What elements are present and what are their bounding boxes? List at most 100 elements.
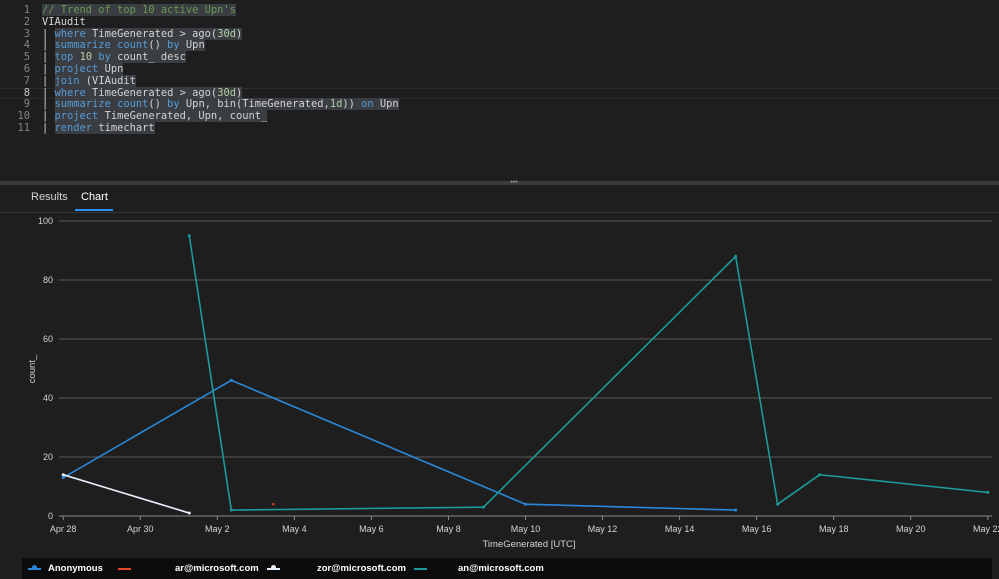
legend-dot (271, 565, 276, 570)
line-number: 6 (23, 63, 30, 75)
y-tick-label: 40 (43, 393, 53, 403)
y-tick-label: 80 (43, 275, 53, 285)
code-token: Upn (179, 39, 205, 52)
legend-dot (32, 565, 37, 570)
x-tick-label: May 20 (896, 524, 926, 534)
code-token: | (42, 86, 55, 99)
code-line[interactable]: 2 VIAudit (0, 15, 999, 29)
data-point (818, 473, 822, 477)
code-token: () (148, 98, 168, 111)
x-tick-label: May 10 (511, 524, 541, 534)
code-text: | join (VIAudit (42, 74, 136, 88)
code-token: summarize (54, 39, 111, 52)
tab-selected-indicator (75, 209, 113, 211)
code-token: Upn (98, 63, 124, 75)
line-number: 2 (23, 15, 30, 28)
code-line[interactable]: 7 | join (VIAudit (0, 74, 999, 88)
query-editor[interactable]: 1 // Trend of top 10 active Upn's 2 VIAudit… (0, 0, 999, 181)
x-tick-label: May 18 (819, 524, 849, 534)
legend-swatch (414, 568, 427, 570)
x-tick-label: Apr 30 (127, 524, 154, 534)
x-tick-label: May 8 (436, 524, 461, 534)
code-token: join (54, 74, 80, 87)
code-token: 30d (217, 86, 236, 99)
x-axis-title: TimeGenerated [UTC] (482, 539, 575, 550)
data-point (187, 511, 191, 515)
code-token (73, 51, 80, 64)
code-token: | (42, 110, 55, 123)
code-token: TimeGenerated > (85, 86, 193, 99)
y-tick-label: 100 (38, 216, 53, 226)
data-point (776, 502, 780, 506)
legend-item-anonymous[interactable]: Anonymous (28, 558, 118, 579)
code-token: count (117, 98, 149, 111)
line-number: 7 (23, 74, 30, 87)
code-token: ) (235, 86, 243, 99)
x-tick-label: May 2 (205, 524, 230, 534)
code-token: where (54, 86, 86, 99)
y-tick-label: 20 (43, 452, 53, 462)
code-token: | (42, 74, 55, 87)
x-tick-label: May 22 (973, 524, 999, 534)
code-line[interactable]: 11 | render timechart (0, 122, 999, 135)
legend-item-zor[interactable]: zor@microsoft.com (267, 558, 417, 579)
line-number: 11 (17, 122, 30, 134)
tab-chart[interactable]: Chart (81, 191, 108, 203)
code-token: | (42, 122, 55, 134)
y-tick-label: 0 (48, 511, 53, 521)
data-point (229, 508, 233, 512)
code-token: summarize (54, 98, 111, 111)
x-tick-label: Apr 28 (50, 524, 77, 534)
code-token: render (54, 122, 93, 134)
chart-legend: Anonymous ar@microsoft.com zor@microsoft… (22, 558, 992, 579)
code-token: count (117, 39, 149, 52)
data-point (986, 490, 990, 494)
code-token: by (167, 98, 180, 111)
x-tick-label: May 16 (742, 524, 772, 534)
code-line[interactable]: 6 | project Upn (0, 63, 999, 76)
code-token: | (42, 51, 55, 64)
series-line (188, 235, 988, 511)
code-token: )) (342, 98, 362, 111)
code-token: // Trend of top 10 active Upn's (42, 4, 236, 16)
tab-results[interactable]: Results (31, 191, 68, 203)
legend-item-an[interactable]: an@microsoft.com (414, 558, 564, 579)
code-token: top (54, 51, 74, 64)
code-token: ago( (192, 27, 218, 40)
data-point (61, 476, 65, 480)
code-token: 10 (79, 51, 93, 64)
code-token: | (42, 27, 55, 40)
legend-item-ar[interactable]: ar@microsoft.com (118, 558, 268, 579)
code-text: | render timechart (42, 122, 155, 135)
data-point (272, 503, 275, 506)
timechart-svg: 0 20 40 60 80 100 Apr 28 Apr 30 May 2 May 4 May 6… (27, 216, 999, 550)
code-token: Upn (373, 98, 399, 111)
code-token: | (42, 63, 55, 75)
results-tabbar: Results Chart (0, 185, 999, 213)
series-line (62, 473, 190, 514)
legend-label: an@microsoft.com (458, 563, 544, 574)
data-point (187, 234, 191, 238)
code-line[interactable]: 1 // Trend of top 10 active Upn's (0, 4, 999, 17)
x-tick-label: May 14 (665, 524, 695, 534)
legend-swatch (118, 568, 131, 570)
code-token: | (42, 98, 55, 111)
series-line (62, 379, 736, 511)
legend-label: ar@microsoft.com (175, 563, 259, 574)
code-token: 1d (329, 98, 343, 111)
x-tick-label: May 4 (282, 524, 307, 534)
code-token: project (54, 63, 99, 75)
code-token: by (167, 39, 180, 52)
data-point (734, 508, 738, 512)
data-point (481, 505, 485, 509)
timechart: 0 20 40 60 80 100 Apr 28 Apr 30 May 2 May 4 May 6… (0, 213, 999, 553)
code-token: timechart (92, 122, 155, 134)
code-token: where (54, 27, 86, 40)
data-point (524, 502, 527, 506)
code-token: | (42, 39, 55, 52)
data-point (61, 473, 65, 477)
code-token: Upn, bin(TimeGenerated, (179, 98, 330, 111)
x-tick-label: May 6 (359, 524, 384, 534)
code-line[interactable]: 5 | top 10 by count_ desc (0, 51, 999, 64)
y-tick-label: 60 (43, 334, 53, 344)
